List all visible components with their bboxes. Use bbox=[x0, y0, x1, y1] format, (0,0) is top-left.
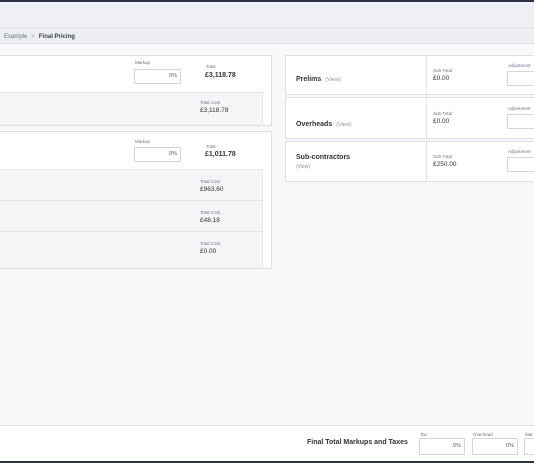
panel-divider bbox=[262, 169, 263, 267]
subcontractors-view-link[interactable]: (View) bbox=[296, 164, 310, 170]
total-value: £3,118.78 bbox=[205, 72, 236, 79]
subtotal-label: Sub-Total bbox=[433, 68, 453, 73]
total-label: Total bbox=[206, 144, 216, 149]
panel-divider bbox=[426, 142, 427, 181]
cost-row: Total Cost £0.00 bbox=[0, 231, 262, 268]
adjustment-input[interactable] bbox=[507, 157, 534, 172]
top-bar bbox=[0, 0, 534, 28]
tax-input[interactable]: 0% bbox=[419, 438, 465, 455]
total-cost-label: Total Cost bbox=[200, 241, 221, 246]
cost-panel-1: Markup 0% Total £3,118.78 Total Cost £3,… bbox=[0, 55, 272, 126]
total-value: £1,011.78 bbox=[205, 151, 236, 158]
adjustment-input[interactable] bbox=[507, 114, 534, 129]
total-cost-value: £3,118.78 bbox=[200, 107, 229, 114]
adjustment-input[interactable] bbox=[507, 71, 534, 86]
markup-label: Markup bbox=[135, 60, 151, 65]
subtotal-value: £0.00 bbox=[433, 75, 450, 82]
breadcrumb-current: Final Pricing bbox=[38, 34, 75, 40]
prelims-panel: Prelims (View) Sub-Total £0.00 Adjustment bbox=[285, 55, 534, 95]
cost-row: Total Cost £48.18 bbox=[0, 200, 262, 232]
breadcrumb-bar bbox=[0, 28, 534, 44]
total-cost-value: £0.00 bbox=[200, 248, 217, 255]
subcontractors-panel: Sub-contractors (View) Sub-Total £250.00… bbox=[285, 141, 534, 182]
adjustment-label: Adjustment bbox=[508, 149, 531, 154]
panel-divider bbox=[426, 56, 427, 94]
cost-row: Total Cost £963.60 bbox=[0, 169, 262, 201]
total-cost-label: Total Cost bbox=[200, 210, 221, 215]
footer-title: Final Total Markups and Taxes bbox=[307, 439, 408, 446]
cost-row: Total Cost £3,118.78 bbox=[0, 92, 262, 125]
adjustment-label: Adjustment bbox=[508, 106, 531, 111]
markup-input[interactable]: 0% bbox=[134, 69, 181, 84]
subtotal-label: Sub-Total bbox=[433, 111, 453, 116]
panel-divider bbox=[426, 98, 427, 138]
overheads-panel: Overheads (View) Sub-Total £0.00 Adjustme… bbox=[285, 97, 534, 139]
total-label: Total bbox=[206, 64, 216, 69]
markup-input[interactable]: 0% bbox=[134, 147, 181, 162]
breadcrumb: Example > Final Pricing bbox=[4, 34, 75, 40]
subcontractors-title: Sub-contractors bbox=[296, 154, 351, 161]
markup-input[interactable] bbox=[524, 438, 534, 455]
panel-divider bbox=[262, 92, 263, 124]
total-cost-value: £963.60 bbox=[200, 186, 224, 193]
subtotal-value: £0.00 bbox=[433, 118, 450, 125]
subtotal-value: £250.00 bbox=[433, 161, 457, 168]
subtotal-label: Sub-Total bbox=[433, 154, 453, 159]
total-cost-label: Total Cost bbox=[200, 179, 221, 184]
overhead-input[interactable]: 0% bbox=[472, 438, 518, 455]
markup-label: Mar bbox=[525, 432, 533, 437]
breadcrumb-separator: > bbox=[31, 34, 35, 40]
overheads-title: Overheads (View) bbox=[296, 121, 352, 128]
overheads-view-link[interactable]: (View) bbox=[336, 122, 352, 128]
tax-label: Tax bbox=[420, 432, 428, 437]
top-border bbox=[0, 0, 534, 2]
prelims-title: Prelims (View) bbox=[296, 76, 341, 83]
prelims-view-link[interactable]: (View) bbox=[325, 77, 341, 83]
adjustment-label: Adjustment bbox=[508, 63, 531, 68]
breadcrumb-parent[interactable]: Example bbox=[4, 34, 27, 40]
markup-label: Markup bbox=[135, 139, 151, 144]
total-cost-value: £48.18 bbox=[200, 217, 220, 224]
overhead-label: Overhead bbox=[473, 432, 493, 437]
total-cost-label: Total Cost bbox=[200, 100, 221, 105]
cost-panel-2: Markup 0% Total £1,011.78 Total Cost £96… bbox=[0, 131, 272, 269]
